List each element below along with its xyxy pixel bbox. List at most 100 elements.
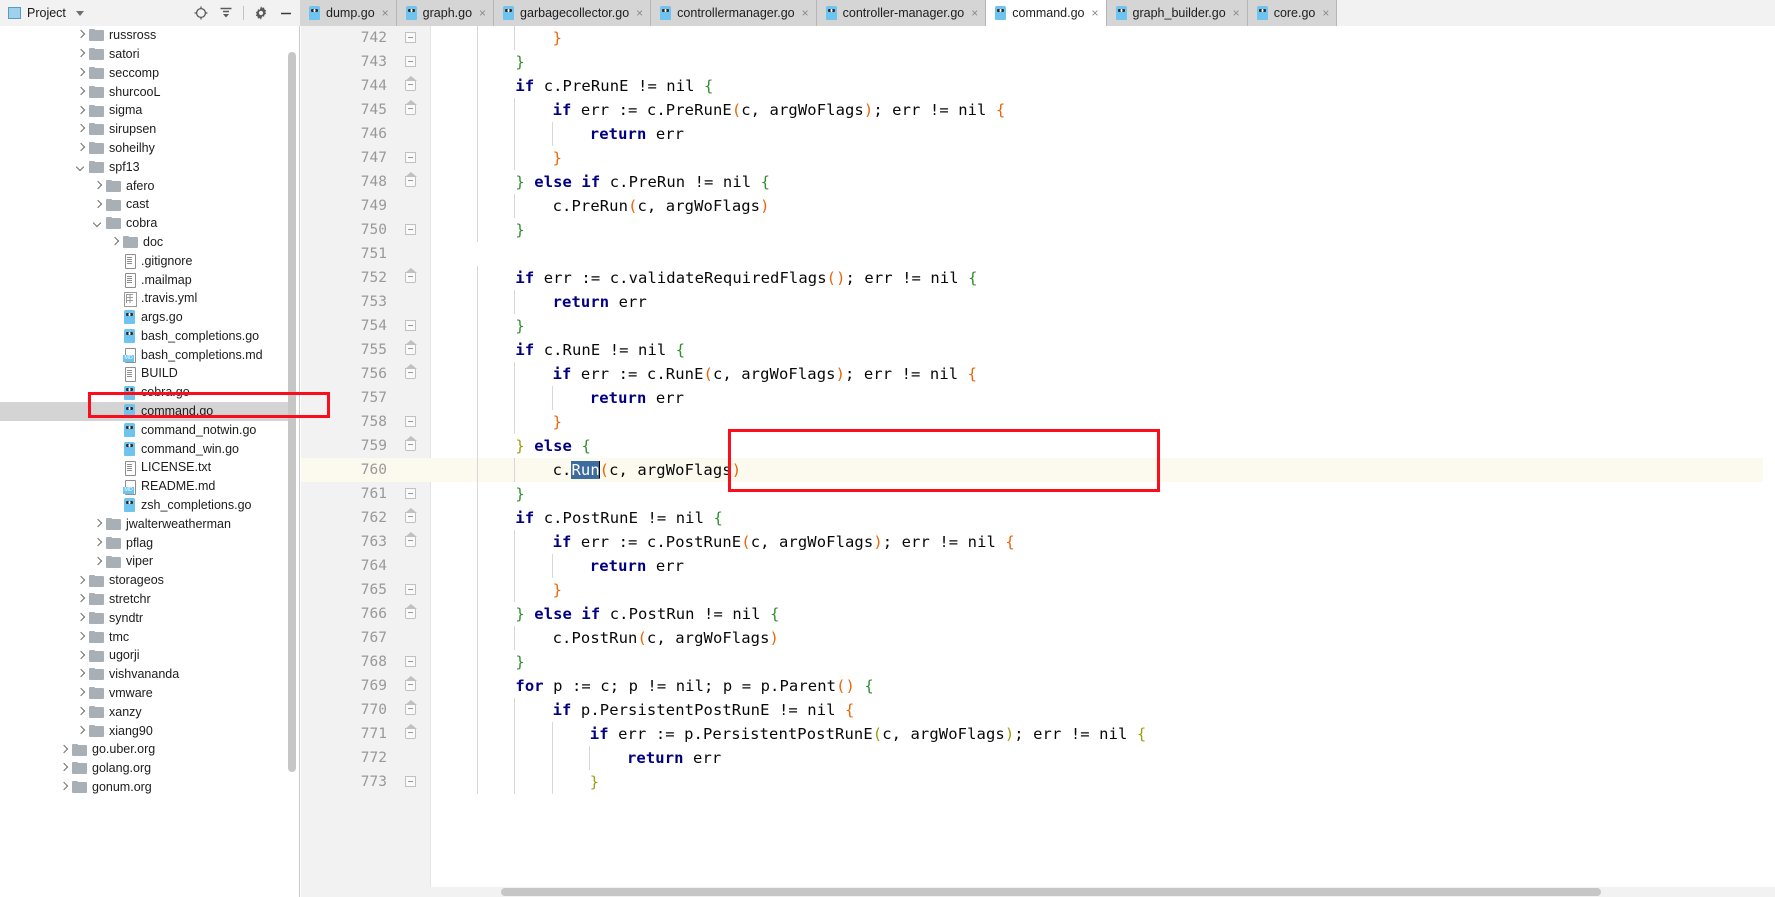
tree-item[interactable]: zsh_completions.go xyxy=(0,496,290,515)
code-line[interactable]: 748} else if c.PreRun != nil { xyxy=(301,170,1775,194)
chevron-right-icon[interactable] xyxy=(75,724,88,737)
tree-item[interactable]: vmware xyxy=(0,684,290,703)
chevron-right-icon[interactable] xyxy=(75,668,88,681)
tree-item[interactable]: jwalterweatherman xyxy=(0,515,290,534)
code-line[interactable]: 759} else { xyxy=(301,434,1775,458)
tree-item[interactable]: LICENSE.txt xyxy=(0,458,290,477)
chevron-right-icon[interactable] xyxy=(109,236,122,249)
fold-region-end-icon[interactable] xyxy=(405,776,416,787)
fold-region-start-icon[interactable] xyxy=(405,724,417,739)
chevron-right-icon[interactable] xyxy=(92,536,105,549)
tree-item[interactable]: golang.org xyxy=(0,759,290,778)
tree-item[interactable]: args.go xyxy=(0,308,290,327)
fold-region-end-icon[interactable] xyxy=(405,320,416,331)
tree-item[interactable]: go.uber.org xyxy=(0,740,290,759)
fold-region-end-icon[interactable] xyxy=(405,152,416,163)
code-line[interactable]: 767 c.PostRun(c, argWoFlags) xyxy=(301,626,1775,650)
chevron-right-icon[interactable] xyxy=(75,630,88,643)
chevron-right-icon[interactable] xyxy=(75,123,88,136)
fold-region-start-icon[interactable] xyxy=(405,508,417,523)
chevron-right-icon[interactable] xyxy=(75,574,88,587)
chevron-right-icon[interactable] xyxy=(75,612,88,625)
tree-item[interactable]: satori xyxy=(0,45,290,64)
tree-item[interactable]: cobra xyxy=(0,214,290,233)
editor-tab-garbagecollector-go[interactable]: garbagecollector.go × xyxy=(494,0,652,26)
project-tree-panel[interactable]: russross satori seccomp shurcooL sigma sirups… xyxy=(0,26,300,897)
chevron-right-icon[interactable] xyxy=(75,593,88,606)
close-icon[interactable]: × xyxy=(802,7,809,19)
chevron-right-icon[interactable] xyxy=(92,179,105,192)
close-icon[interactable]: × xyxy=(479,7,486,19)
tree-item[interactable]: pflag xyxy=(0,534,290,553)
editor-horizontal-scrollbar[interactable] xyxy=(301,887,1775,897)
fold-region-end-icon[interactable] xyxy=(405,584,416,595)
locate-icon[interactable] xyxy=(193,5,209,21)
close-icon[interactable]: × xyxy=(1233,7,1240,19)
sidebar-scrollbar-thumb[interactable] xyxy=(288,52,296,772)
code-line[interactable]: 758} xyxy=(301,410,1775,434)
chevron-right-icon[interactable] xyxy=(75,142,88,155)
code-line[interactable]: 754} xyxy=(301,314,1775,338)
chevron-right-icon[interactable] xyxy=(58,762,71,775)
code-line[interactable]: 773} xyxy=(301,770,1775,794)
fold-region-start-icon[interactable] xyxy=(405,364,417,379)
chevron-down-icon[interactable] xyxy=(75,160,88,173)
code-line[interactable]: 772 return err xyxy=(301,746,1775,770)
fold-region-start-icon[interactable] xyxy=(405,172,417,187)
code-line[interactable]: 745 if err := c.PreRunE(c, argWoFlags); e… xyxy=(301,98,1775,122)
code-line[interactable]: 753 return err xyxy=(301,290,1775,314)
code-line[interactable]: 744 if c.PreRunE != nil { xyxy=(301,74,1775,98)
tree-item-selected[interactable]: command.go xyxy=(0,401,290,421)
tree-item[interactable]: BUILD xyxy=(0,364,290,383)
code-line[interactable]: 763 if err := c.PostRunE(c, argWoFlags); … xyxy=(301,530,1775,554)
code-line[interactable]: 761} xyxy=(301,482,1775,506)
code-line[interactable]: 765} xyxy=(301,578,1775,602)
tree-item[interactable]: sigma xyxy=(0,101,290,120)
fold-region-start-icon[interactable] xyxy=(405,532,417,547)
close-icon[interactable]: × xyxy=(1092,7,1099,19)
chevron-right-icon[interactable] xyxy=(58,743,71,756)
code-line[interactable]: 742} xyxy=(301,26,1775,50)
tree-item[interactable]: command_notwin.go xyxy=(0,421,290,440)
code-line[interactable]: 757 return err xyxy=(301,386,1775,410)
editor-tab-graph-go[interactable]: graph.go × xyxy=(396,0,495,26)
close-icon[interactable]: × xyxy=(636,7,643,19)
sidebar-vertical-scrollbar[interactable] xyxy=(288,52,296,897)
code-line[interactable]: 760 c.Run(c, argWoFlags) xyxy=(301,458,1775,482)
tree-item[interactable]: afero xyxy=(0,176,290,195)
close-icon[interactable]: × xyxy=(382,7,389,19)
chevron-right-icon[interactable] xyxy=(58,781,71,794)
fold-region-end-icon[interactable] xyxy=(405,56,416,67)
code-line[interactable]: 768} xyxy=(301,650,1775,674)
code-line[interactable]: 771 if err := p.PersistentPostRunE(c, arg… xyxy=(301,722,1775,746)
project-tool-window-title[interactable]: Project xyxy=(8,6,84,20)
chevron-right-icon[interactable] xyxy=(75,85,88,98)
tree-item[interactable]: command_win.go xyxy=(0,440,290,459)
editor-hscrollbar-thumb[interactable] xyxy=(501,888,1601,896)
code-line[interactable]: 770 if p.PersistentPostRunE != nil { xyxy=(301,698,1775,722)
code-line[interactable]: 747} xyxy=(301,146,1775,170)
fold-region-end-icon[interactable] xyxy=(405,416,416,427)
code-line[interactable]: 743} xyxy=(301,50,1775,74)
editor-tab-core-go[interactable]: core.go × xyxy=(1247,0,1338,26)
tree-item[interactable]: xiang90 xyxy=(0,721,290,740)
tree-item[interactable]: seccomp xyxy=(0,64,290,83)
code-line[interactable]: 762 if c.PostRunE != nil { xyxy=(301,506,1775,530)
code-line[interactable]: 749 c.PreRun(c, argWoFlags) xyxy=(301,194,1775,218)
code-editor[interactable]: 742} 743} 744 if c.PreRunE != nil {745 if er… xyxy=(301,26,1775,897)
fold-region-start-icon[interactable] xyxy=(405,676,417,691)
tree-item[interactable]: russross xyxy=(0,26,290,45)
tree-item[interactable]: shurcooL xyxy=(0,82,290,101)
fold-region-end-icon[interactable] xyxy=(405,32,416,43)
editor-tab-graph-builder-go[interactable]: graph_builder.go × xyxy=(1106,0,1248,26)
chevron-right-icon[interactable] xyxy=(75,29,88,42)
fold-region-end-icon[interactable] xyxy=(405,656,416,667)
code-line[interactable]: 764 return err xyxy=(301,554,1775,578)
tree-item[interactable]: sirupsen xyxy=(0,120,290,139)
tree-item[interactable]: .travis.yml xyxy=(0,289,290,308)
chevron-right-icon[interactable] xyxy=(92,518,105,531)
tree-item[interactable]: xanzy xyxy=(0,703,290,722)
chevron-right-icon[interactable] xyxy=(75,706,88,719)
chevron-right-icon[interactable] xyxy=(75,649,88,662)
fold-region-start-icon[interactable] xyxy=(405,700,417,715)
